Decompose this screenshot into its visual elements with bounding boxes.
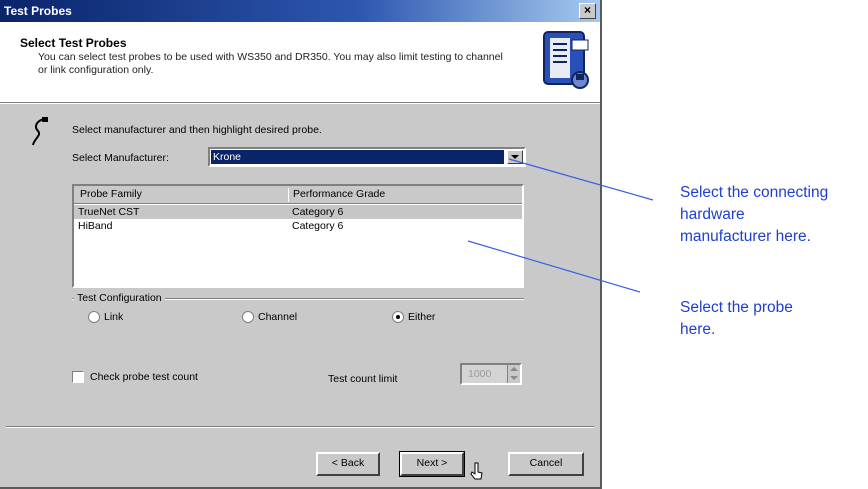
probe-list[interactable]: Probe Family Performance Grade TrueNet C…: [72, 184, 524, 288]
checkbox-label: Check probe test count: [90, 371, 198, 383]
radio-label: Channel: [258, 311, 298, 323]
column-header-performance-grade[interactable]: Performance Grade: [288, 188, 523, 202]
close-button[interactable]: ×: [579, 3, 596, 19]
instruction-text: Select manufacturer and then highlight d…: [72, 124, 322, 136]
chevron-down-icon[interactable]: [507, 150, 523, 164]
list-header: Probe Family Performance Grade: [74, 186, 522, 204]
test-configuration-label: Test Configuration: [74, 292, 165, 304]
radio-label: Link: [104, 311, 124, 323]
header-description: You can select test probes to be used wi…: [38, 51, 503, 76]
callout-line: hardware: [680, 206, 745, 223]
probe-family: HiBand: [78, 220, 113, 232]
header-title: Select Test Probes: [20, 36, 127, 50]
footer-separator-highlight: [6, 427, 594, 428]
back-button[interactable]: < Back: [316, 452, 380, 476]
test-device-icon: [543, 31, 589, 89]
header-separator: [0, 103, 600, 104]
test-count-limit-label: Test count limit: [328, 373, 398, 385]
wizard-header: Select Test Probes You can select test p…: [0, 22, 600, 103]
callout-line: Select the probe: [680, 299, 793, 316]
radio-link[interactable]: Link: [88, 311, 124, 324]
list-item[interactable]: HiBand Category 6: [74, 219, 522, 233]
cancel-button[interactable]: Cancel: [508, 452, 584, 476]
manufacturer-value: Krone: [211, 150, 504, 164]
radio-channel[interactable]: Channel: [242, 311, 298, 324]
radio-circle: [392, 311, 404, 324]
spinner-arrows-icon: [507, 365, 520, 383]
manufacturer-select[interactable]: Krone: [208, 147, 526, 167]
check-probe-test-count-checkbox[interactable]: Check probe test count: [72, 371, 198, 384]
probe-callout: Select the probe here.: [680, 297, 793, 341]
title-bar: Test Probes ×: [0, 0, 600, 22]
probe-family: TrueNet CST: [78, 206, 140, 218]
callout-line: here.: [680, 321, 716, 338]
test-count-limit-value: 1000: [468, 368, 492, 380]
manufacturer-label: Select Manufacturer:: [72, 152, 169, 164]
checkbox-box: [72, 371, 84, 384]
performance-grade: Category 6: [292, 220, 344, 232]
window-title: Test Probes: [4, 4, 72, 18]
test-count-limit-spinner: 1000: [460, 363, 522, 385]
mouse-pointer-icon: [470, 462, 483, 480]
list-item[interactable]: TrueNet CST Category 6: [74, 205, 522, 219]
callout-line: Select the connecting: [680, 184, 829, 201]
callout-line: manufacturer here.: [680, 228, 811, 245]
radio-circle: [242, 311, 254, 324]
manufacturer-callout: Select the connecting hardware manufactu…: [680, 182, 828, 248]
test-configuration-group: [72, 298, 524, 342]
next-button[interactable]: Next >: [399, 451, 465, 477]
probe-cable-icon: [32, 117, 48, 146]
column-header-probe-family[interactable]: Probe Family: [80, 188, 280, 202]
performance-grade: Category 6: [292, 206, 344, 218]
radio-label: Either: [408, 311, 436, 323]
radio-circle: [88, 311, 100, 324]
test-probes-dialog: Test Probes × Select Test Probes You can…: [0, 0, 602, 489]
radio-either[interactable]: Either: [392, 311, 436, 324]
